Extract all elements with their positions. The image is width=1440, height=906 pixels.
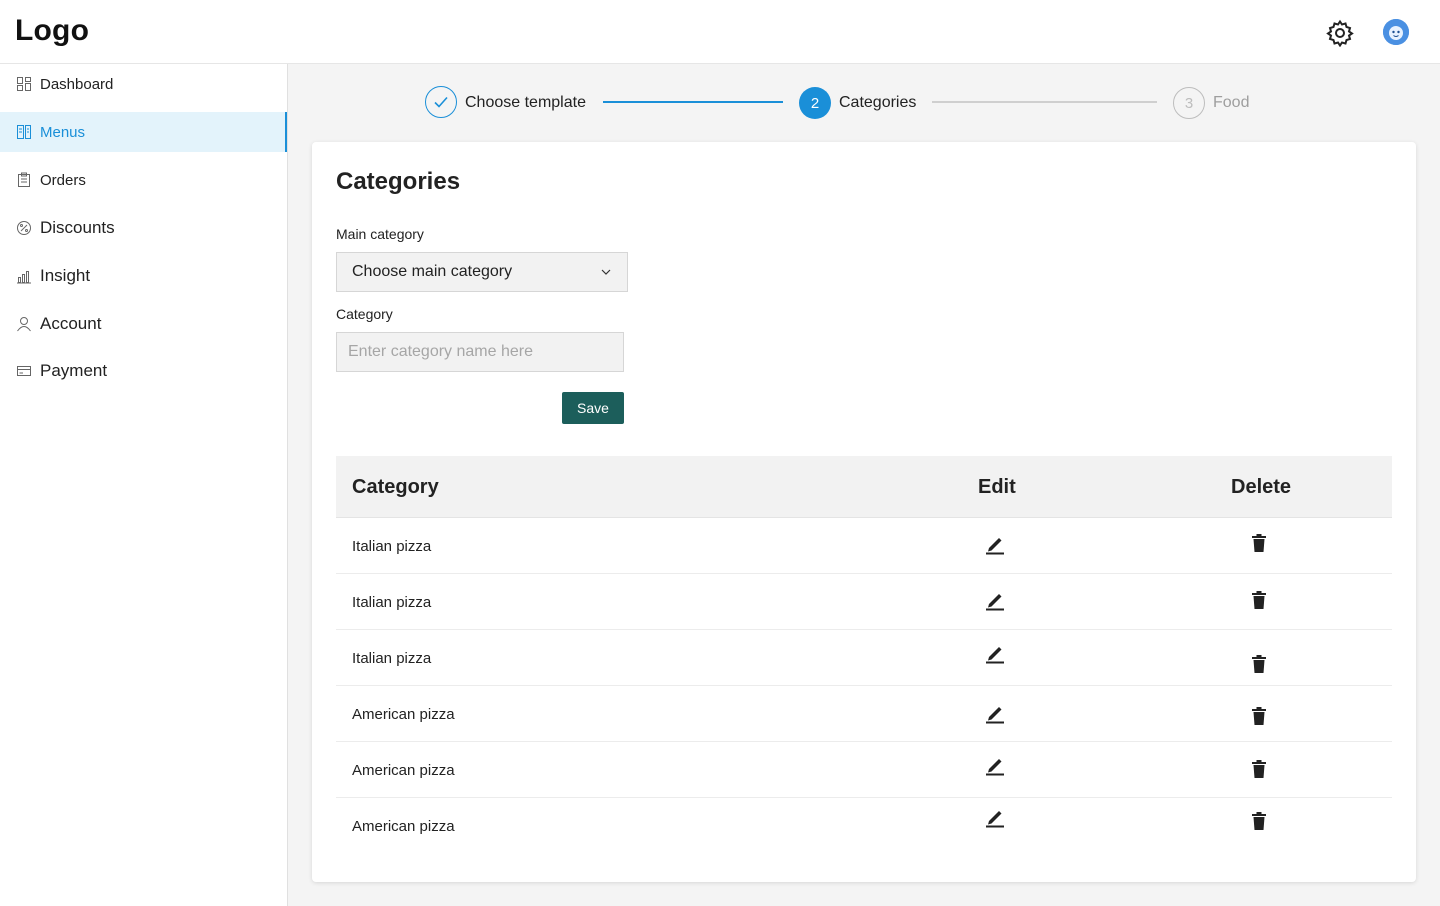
sidebar-item-label: Insight	[40, 266, 91, 285]
category-label: Category	[336, 306, 393, 322]
step-3-label[interactable]: Food	[1213, 94, 1249, 112]
sidebar-item-label: Account	[40, 314, 102, 333]
user-avatar[interactable]	[1383, 19, 1409, 45]
category-cell: American pizza	[352, 762, 455, 779]
sidebar-item-menus[interactable]: Menus	[0, 112, 287, 152]
sidebar-item-label: Dashboard	[40, 75, 114, 93]
main-category-value: Choose main category	[352, 263, 513, 280]
save-button[interactable]: Save	[562, 392, 624, 424]
step-1-label[interactable]: Choose template	[465, 94, 586, 112]
category-cell: Italian pizza	[352, 650, 432, 667]
table-row: American pizza	[336, 798, 1392, 854]
edit-icon[interactable]	[984, 533, 1006, 555]
orders-icon	[18, 172, 30, 187]
table-row: American pizza	[336, 686, 1392, 742]
category-cell: Italian pizza	[352, 594, 432, 611]
table-row: Italian pizza	[336, 574, 1392, 630]
trash-icon[interactable]	[1249, 654, 1269, 674]
trash-icon[interactable]	[1249, 533, 1269, 553]
step-connector	[603, 101, 783, 103]
sidebar-item-label: Menus	[40, 123, 86, 141]
column-header-category: Category	[352, 476, 439, 498]
sidebar-item-label: Discounts	[40, 218, 115, 237]
step-3-number[interactable]: 3	[1173, 87, 1205, 119]
trash-icon[interactable]	[1249, 590, 1269, 610]
main-category-label: Main category	[336, 226, 424, 242]
edit-icon[interactable]	[984, 754, 1006, 776]
payment-icon	[17, 366, 31, 376]
trash-icon[interactable]	[1249, 811, 1269, 831]
edit-icon[interactable]	[984, 642, 1006, 664]
column-header-edit: Edit	[978, 476, 1016, 498]
trash-icon[interactable]	[1249, 706, 1269, 726]
account-icon	[17, 317, 31, 332]
step-1-check-icon[interactable]	[425, 86, 457, 118]
chevron-down-icon	[601, 269, 611, 275]
sidebar-item-payment[interactable]: Payment	[0, 351, 287, 391]
table-row: Italian pizza	[336, 630, 1392, 686]
categories-card: Categories Main category Choose main cat…	[312, 142, 1416, 882]
table-row: Italian pizza	[336, 518, 1392, 574]
main-category-select[interactable]: Choose main category	[336, 252, 628, 292]
category-cell: Italian pizza	[352, 538, 432, 555]
sidebar-item-account[interactable]: Account	[0, 304, 287, 344]
page-title: Categories	[336, 168, 461, 195]
stepper: Choose template 2 Categories 3 Food	[288, 64, 1440, 142]
step-2-label[interactable]: Categories	[839, 94, 916, 112]
table-row: American pizza	[336, 742, 1392, 798]
edit-icon[interactable]	[984, 702, 1006, 724]
top-bar: Logo	[0, 0, 1440, 64]
sidebar-item-label: Orders	[40, 171, 86, 189]
edit-icon[interactable]	[984, 806, 1006, 828]
sidebar-item-label: Payment	[40, 361, 108, 380]
category-name-input[interactable]	[336, 332, 624, 372]
menus-icon	[17, 125, 31, 139]
gear-icon[interactable]	[1326, 19, 1354, 48]
discounts-icon	[17, 221, 31, 235]
dashboard-icon	[17, 77, 31, 91]
category-cell: American pizza	[352, 706, 455, 723]
column-header-delete: Delete	[1231, 476, 1292, 498]
insight-icon	[17, 271, 31, 284]
sidebar: Dashboard Menus Orders Discounts Insight…	[0, 64, 288, 906]
sidebar-item-insight[interactable]: Insight	[0, 256, 287, 296]
step-connector	[932, 101, 1157, 103]
trash-icon[interactable]	[1249, 759, 1269, 779]
sidebar-item-orders[interactable]: Orders	[0, 160, 287, 200]
sidebar-item-discounts[interactable]: Discounts	[0, 208, 287, 248]
step-2-number[interactable]: 2	[799, 87, 831, 119]
edit-icon[interactable]	[984, 589, 1006, 611]
sidebar-item-dashboard[interactable]: Dashboard	[0, 64, 287, 104]
category-cell: American pizza	[352, 818, 455, 835]
logo[interactable]: Logo	[15, 14, 89, 48]
table-header: Category Edit Delete	[336, 456, 1392, 518]
